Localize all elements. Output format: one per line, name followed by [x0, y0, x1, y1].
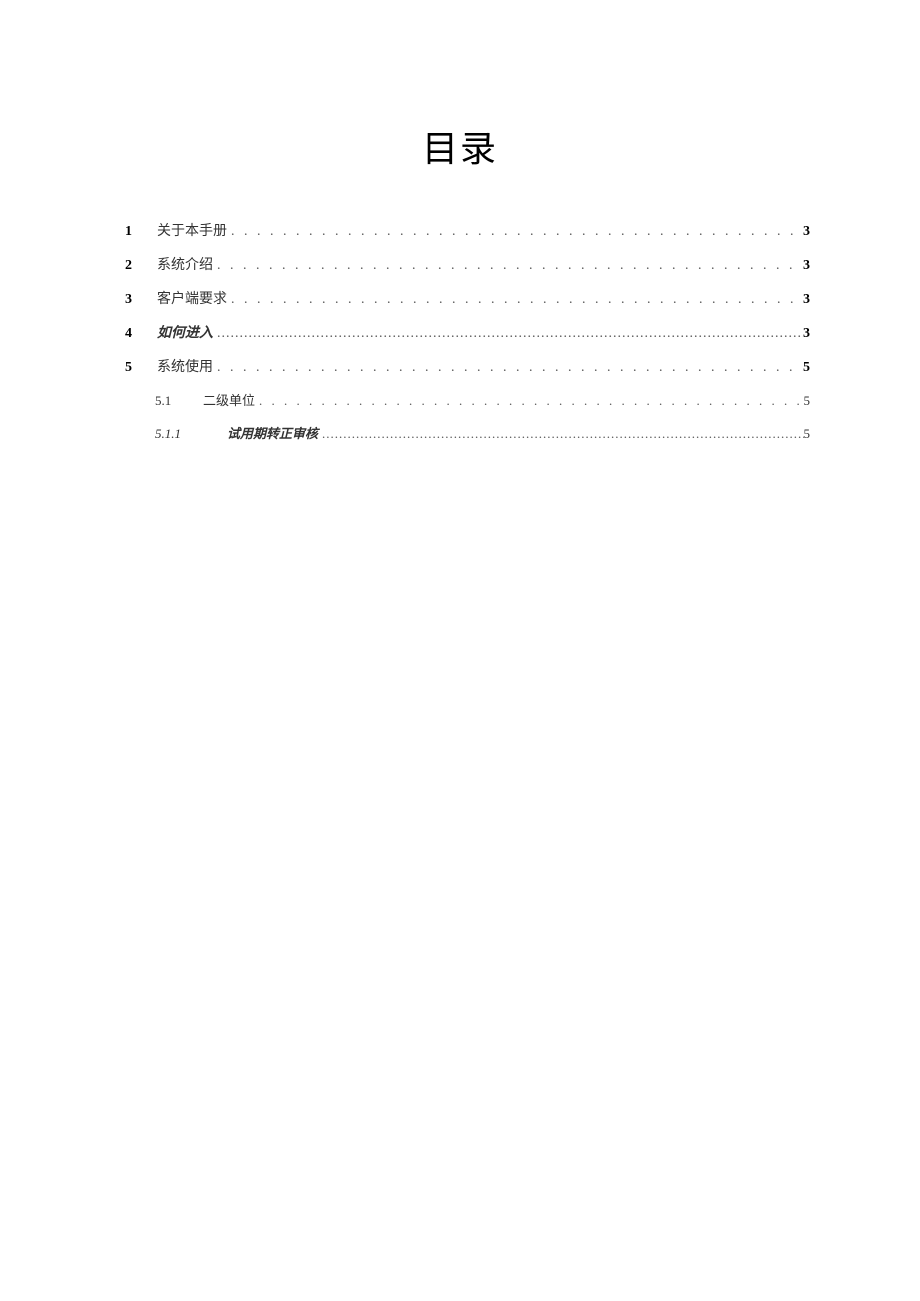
toc-text: 系统介绍 [157, 254, 213, 274]
toc-number: 1 [125, 224, 157, 240]
toc-number: 4 [125, 326, 157, 342]
toc-page: 5 [804, 426, 811, 442]
toc-number: 5.1 [155, 393, 203, 409]
toc-page: 5 [803, 360, 810, 376]
toc-number: 2 [125, 258, 157, 274]
toc-entry: 5.1 二级单位 . . . . . . . . . . . . . . . .… [110, 390, 810, 409]
toc-page: 3 [803, 326, 810, 342]
toc-title: 目录 [110, 120, 810, 172]
toc-entry: 5 系统使用 . . . . . . . . . . . . . . . . .… [110, 356, 810, 376]
toc-leader: . . . . . . . . . . . . . . . . . . . . … [227, 224, 803, 240]
toc-text: 客户端要求 [157, 288, 227, 308]
document-page: 目录 1 关于本手册 . . . . . . . . . . . . . . .… [0, 0, 920, 442]
toc-leader: ........................................… [213, 326, 803, 342]
toc-number: 5.1.1 [155, 426, 227, 442]
toc-list: 1 关于本手册 . . . . . . . . . . . . . . . . … [110, 220, 810, 442]
toc-entry: 3 客户端要求 . . . . . . . . . . . . . . . . … [110, 288, 810, 308]
toc-leader: . . . . . . . . . . . . . . . . . . . . … [255, 393, 803, 409]
toc-text: 如何进入 [157, 322, 213, 342]
toc-entry: 5.1.1 试用期转正审核 ..........................… [110, 423, 810, 442]
toc-leader: ........................................… [318, 426, 803, 442]
toc-page: 3 [803, 258, 810, 274]
toc-entry: 1 关于本手册 . . . . . . . . . . . . . . . . … [110, 220, 810, 240]
toc-number: 3 [125, 292, 157, 308]
toc-text: 试用期转正审核 [227, 423, 318, 442]
toc-entry: 4 如何进入 .................................… [110, 322, 810, 342]
toc-page: 5 [804, 393, 811, 409]
toc-text: 系统使用 [157, 356, 213, 376]
toc-page: 3 [803, 292, 810, 308]
toc-text: 关于本手册 [157, 220, 227, 240]
toc-page: 3 [803, 224, 810, 240]
toc-leader: . . . . . . . . . . . . . . . . . . . . … [213, 258, 803, 274]
toc-number: 5 [125, 360, 157, 376]
toc-leader: . . . . . . . . . . . . . . . . . . . . … [213, 360, 803, 376]
toc-entry: 2 系统介绍 . . . . . . . . . . . . . . . . .… [110, 254, 810, 274]
toc-text: 二级单位 [203, 390, 255, 409]
toc-leader: . . . . . . . . . . . . . . . . . . . . … [227, 292, 803, 308]
